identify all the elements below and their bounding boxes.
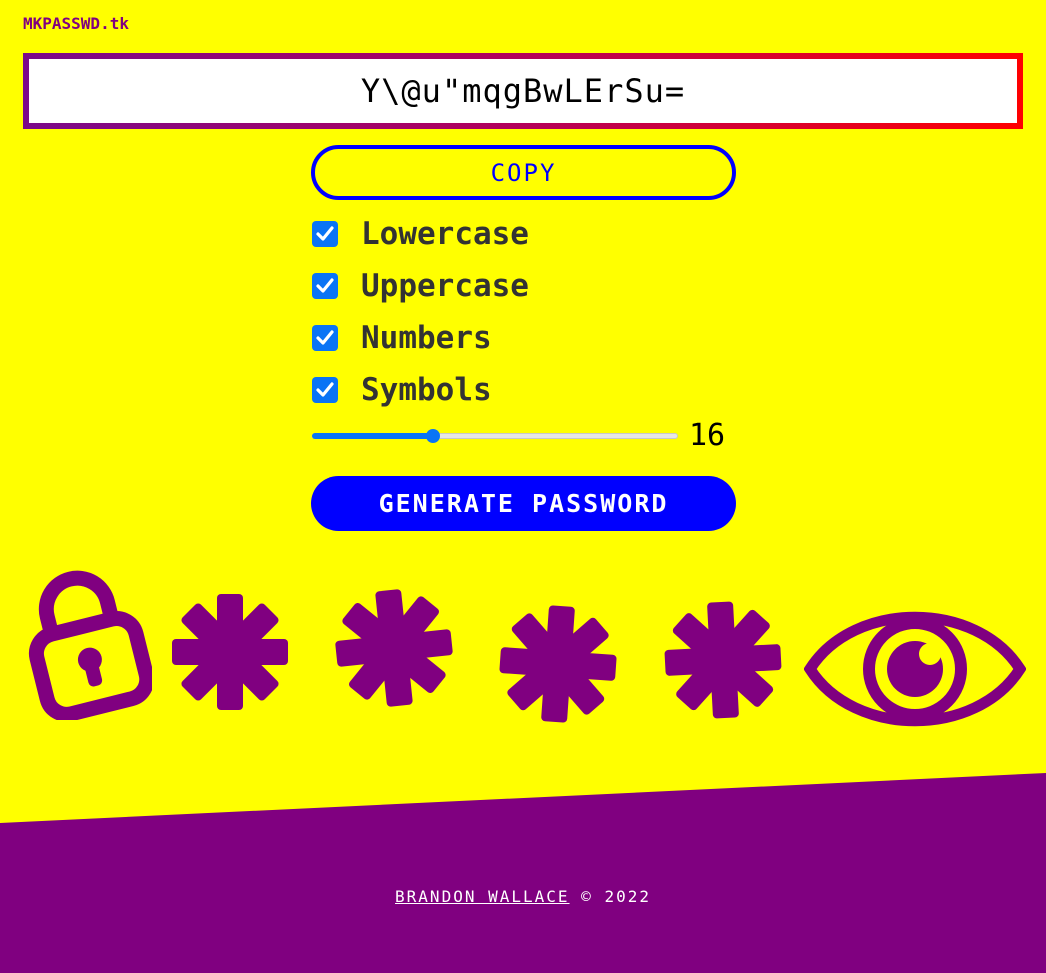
author-link[interactable]: BRANDON WALLACE [395, 887, 570, 906]
copyright-text: © 2022 [581, 887, 651, 906]
footer: BRANDON WALLACE © 2022 [0, 887, 1046, 906]
footer-background [0, 773, 1046, 973]
